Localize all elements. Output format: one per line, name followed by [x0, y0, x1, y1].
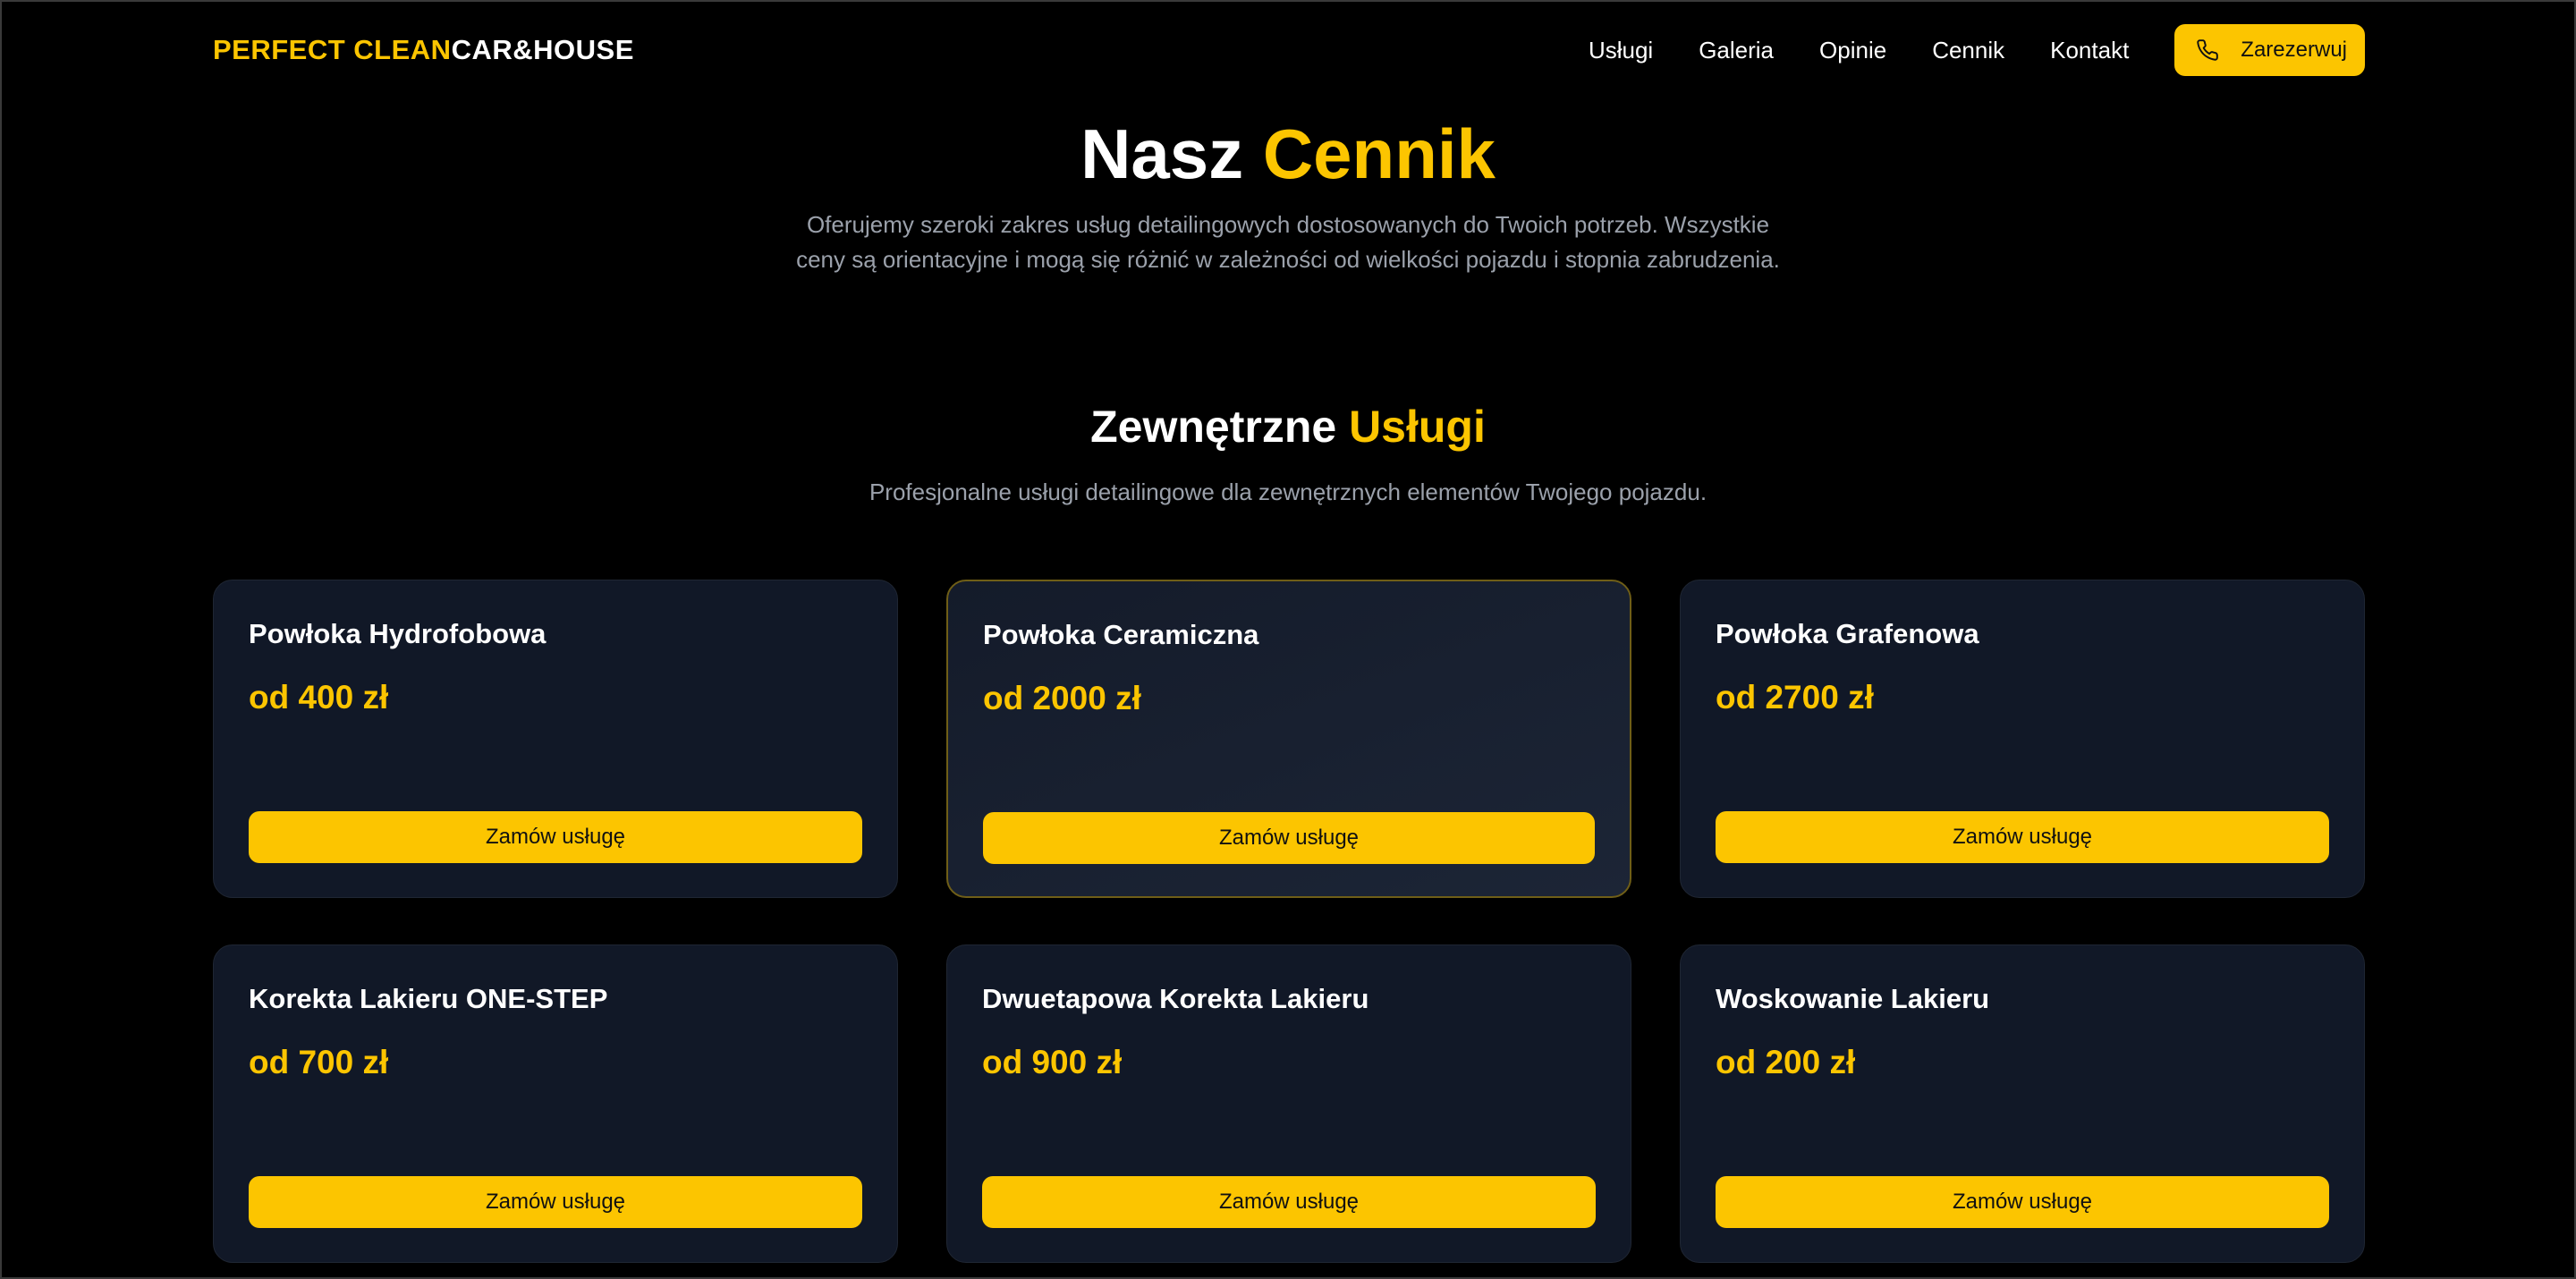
section-title-plain: Zewnętrzne	[1090, 402, 1350, 452]
service-name: Korekta Lakieru ONE-STEP	[249, 983, 608, 1014]
book-button[interactable]: Zarezerwuj	[2174, 24, 2365, 76]
service-name: Woskowanie Lakieru	[1716, 983, 1990, 1014]
section-subtitle: Profesjonalne usługi detailingowe dla ze…	[869, 479, 1707, 505]
service-price: od 400 zł	[249, 679, 389, 716]
service-name: Powłoka Grafenowa	[1716, 618, 1979, 649]
service-card: Powłoka Grafenowa od 2700 zł Zamów usług…	[1680, 580, 2365, 898]
service-price: od 200 zł	[1716, 1044, 1856, 1080]
section-title: Zewnętrzne Usługi	[2, 395, 2574, 458]
section-title-accent: Usługi	[1349, 402, 1486, 452]
nav-link-opinie[interactable]: Opinie	[1819, 37, 1886, 64]
nav-link-cennik[interactable]: Cennik	[1932, 37, 2004, 64]
order-service-button[interactable]: Zamów usługę	[982, 1176, 1596, 1228]
service-price: od 900 zł	[982, 1044, 1123, 1080]
service-price: od 700 zł	[249, 1044, 389, 1080]
service-card: Powłoka Hydrofobowa od 400 zł Zamów usłu…	[213, 580, 898, 898]
service-name: Powłoka Hydrofobowa	[249, 618, 547, 649]
nav-link-kontakt[interactable]: Kontakt	[2050, 37, 2129, 64]
book-button-label: Zarezerwuj	[2241, 38, 2347, 62]
order-service-button[interactable]: Zamów usługę	[249, 811, 862, 863]
service-name: Powłoka Ceramiczna	[983, 619, 1259, 650]
page-title: Nasz Cennik	[2, 111, 2574, 197]
page: PERFECT CLEANCAR&HOUSE Usługi Galeria Op…	[0, 0, 2576, 1279]
service-card-featured: Powłoka Ceramiczna od 2000 zł Zamów usłu…	[946, 580, 1631, 898]
brand-logo[interactable]: PERFECT CLEANCAR&HOUSE	[213, 34, 634, 66]
order-service-button[interactable]: Zamów usługę	[983, 812, 1595, 864]
phone-icon	[2196, 38, 2219, 62]
service-price: od 2000 zł	[983, 680, 1141, 716]
site-header: PERFECT CLEANCAR&HOUSE Usługi Galeria Op…	[213, 2, 2365, 98]
page-title-plain: Nasz	[1080, 114, 1263, 193]
order-service-button[interactable]: Zamów usługę	[1716, 811, 2329, 863]
service-card: Dwuetapowa Korekta Lakieru od 900 zł Zam…	[946, 944, 1631, 1263]
nav-link-uslugi[interactable]: Usługi	[1589, 37, 1653, 64]
service-price: od 2700 zł	[1716, 679, 1874, 716]
service-name: Dwuetapowa Korekta Lakieru	[982, 983, 1369, 1014]
page-subtitle: Oferujemy szeroki zakres usług detailing…	[796, 211, 1780, 273]
main-nav: Usługi Galeria Opinie Cennik Kontakt Zar…	[1589, 24, 2365, 76]
order-service-button[interactable]: Zamów usługę	[1716, 1176, 2329, 1228]
order-service-button[interactable]: Zamów usługę	[249, 1176, 862, 1228]
brand-logo-rest: CAR&HOUSE	[451, 34, 634, 65]
nav-link-galeria[interactable]: Galeria	[1699, 37, 1774, 64]
service-card: Woskowanie Lakieru od 200 zł Zamów usług…	[1680, 944, 2365, 1263]
services-grid: Powłoka Hydrofobowa od 400 zł Zamów usłu…	[213, 580, 2365, 1263]
brand-logo-accent: PERFECT CLEAN	[213, 34, 452, 65]
page-title-accent: Cennik	[1262, 114, 1496, 193]
service-card: Korekta Lakieru ONE-STEP od 700 zł Zamów…	[213, 944, 898, 1263]
